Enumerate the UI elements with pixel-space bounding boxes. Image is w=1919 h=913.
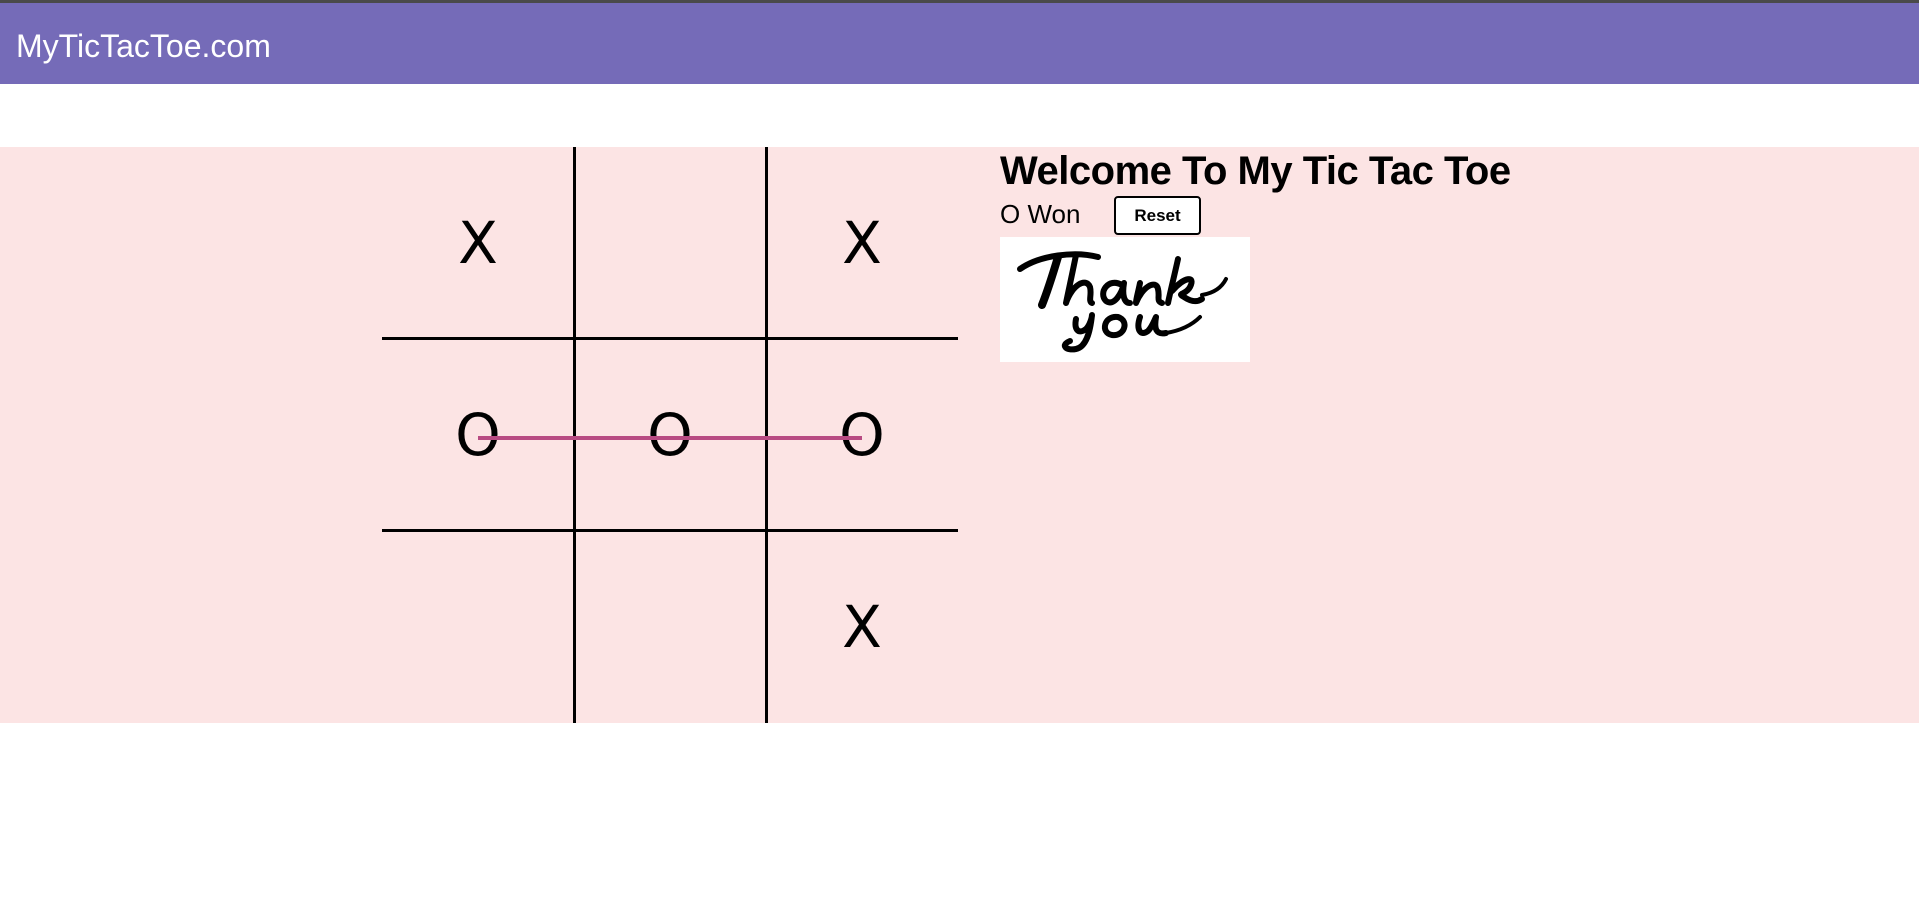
game-status: O Won: [1000, 199, 1081, 229]
board-cell-1-2[interactable]: O: [766, 339, 958, 531]
welcome-title: Welcome To My Tic Tac Toe: [1000, 149, 1511, 193]
winning-line: [478, 436, 862, 440]
reset-button[interactable]: Reset: [1114, 196, 1201, 235]
thank-you-image: [1000, 237, 1250, 362]
board-cell-2-1[interactable]: [574, 531, 766, 723]
board-cell-0-2[interactable]: X: [766, 147, 958, 339]
board-cell-0-0[interactable]: X: [382, 147, 574, 339]
navbar: MyTicTacToe.com: [0, 3, 1919, 84]
board-cell-2-0[interactable]: [382, 531, 574, 723]
tic-tac-toe-board: X X O O O X: [382, 147, 958, 723]
brand-link[interactable]: MyTicTacToe.com: [16, 29, 271, 63]
grid-line-horizontal-2: [382, 529, 958, 532]
board-cell-1-1[interactable]: O: [574, 339, 766, 531]
board-cell-1-0[interactable]: O: [382, 339, 574, 531]
grid-line-horizontal-1: [382, 337, 958, 340]
board-cell-2-2[interactable]: X: [766, 531, 958, 723]
grid-line-vertical-1: [573, 147, 576, 723]
board-cell-0-1[interactable]: [574, 147, 766, 339]
main-content: X X O O O X Welcome To My Tic Tac Toe O …: [0, 147, 1919, 723]
grid-line-vertical-2: [765, 147, 768, 723]
